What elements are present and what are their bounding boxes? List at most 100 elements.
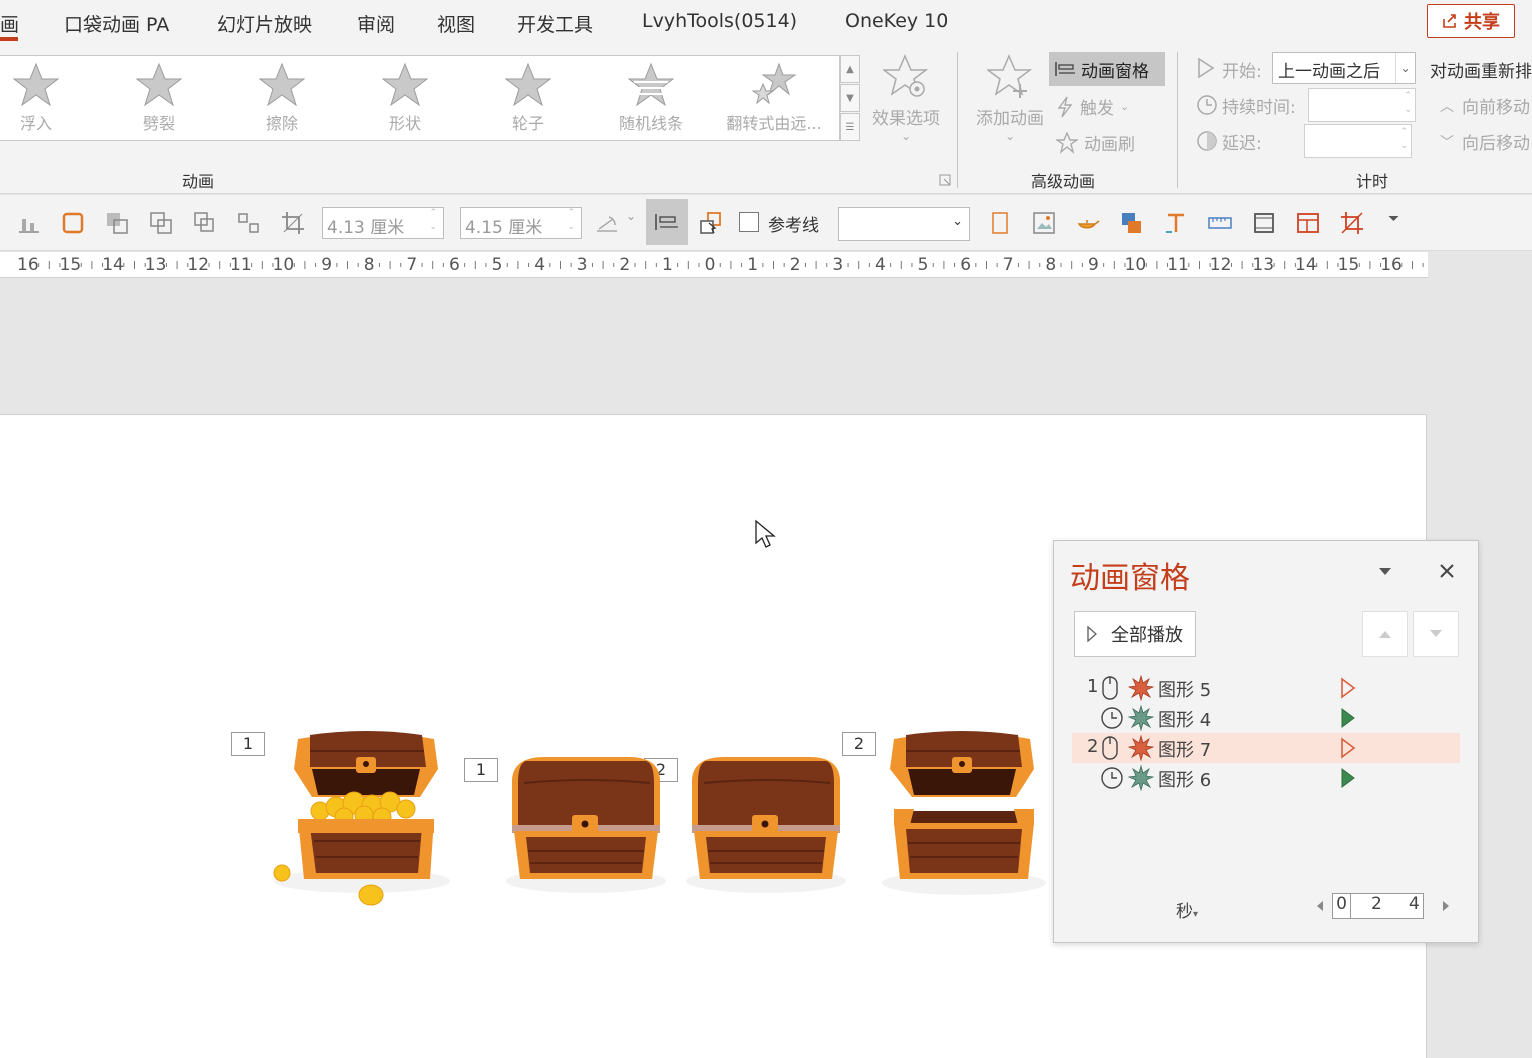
timeline-left-arrow-icon[interactable] <box>1316 900 1324 912</box>
layers-icon[interactable] <box>1120 211 1144 235</box>
guides-checkbox[interactable] <box>739 212 759 232</box>
treasure-chest-closed[interactable] <box>684 753 850 899</box>
height-value: 4.13 厘米 <box>327 218 405 238</box>
treasure-chest-open-empty[interactable] <box>880 729 1050 899</box>
time-unit-dropdown[interactable]: 秒▾ <box>1176 897 1198 922</box>
rotate-icon[interactable] <box>595 211 619 235</box>
timeline-right-arrow-icon[interactable] <box>1442 900 1450 912</box>
effect-label: 随机线条 <box>618 114 683 133</box>
dialog-launcher-icon[interactable] <box>939 174 951 186</box>
text-format-icon[interactable] <box>1164 211 1188 235</box>
group-separator <box>1177 52 1178 188</box>
add-animation-label: 添加动画 <box>976 109 1044 129</box>
tab-slideshow[interactable]: 幻灯片放映 <box>217 10 312 37</box>
chevron-down-icon: ⌄ <box>952 214 963 229</box>
height-input[interactable]: 4.13 厘米 ⌃ ⌄ <box>322 207 444 239</box>
reorder-label: 对动画重新排 <box>1430 62 1532 82</box>
effect-split[interactable]: 劈裂 <box>109 62 209 140</box>
add-animation-button[interactable]: 添加动画 ⌄ <box>970 54 1050 143</box>
animation-tag[interactable]: 1 <box>231 732 265 756</box>
effect-wipe[interactable]: 擦除 <box>232 62 332 140</box>
start-select[interactable]: 上一动画之后 ⌄ <box>1272 52 1416 84</box>
tab-review[interactable]: 审阅 <box>357 10 395 37</box>
layout-icon[interactable] <box>1296 211 1320 235</box>
tab-animation[interactable]: 画 <box>0 10 19 37</box>
trigger-button[interactable]: 触发 ⌄ <box>1056 94 1129 119</box>
animation-list-item[interactable]: 1 图形 5 <box>1072 673 1460 703</box>
spin-up-icon[interactable]: ⌃ <box>567 208 575 218</box>
image-export-icon[interactable] <box>1032 211 1056 235</box>
align-bottom-icon[interactable] <box>17 211 41 235</box>
spin-down-icon[interactable]: ⌄ <box>567 222 575 232</box>
move-up-button[interactable] <box>1362 611 1408 657</box>
move-earlier-button[interactable]: ︿ 向前移动 <box>1440 93 1530 118</box>
width-input[interactable]: 4.15 厘米 ⌃ ⌄ <box>460 207 582 239</box>
selection-pane-icon[interactable] <box>237 211 261 235</box>
treasure-chest-open-gold[interactable] <box>270 729 456 911</box>
chevron-down-icon: ⌄ <box>1120 100 1130 113</box>
tab-pocket-animation[interactable]: 口袋动画 PA <box>64 10 169 37</box>
play-all-button[interactable]: 全部播放 <box>1074 611 1196 657</box>
crop-cancel-icon[interactable] <box>1340 211 1364 235</box>
animation-list-item-selected[interactable]: 2 图形 7 <box>1072 733 1460 763</box>
effect-flip-from-far[interactable]: 翻转式由远... <box>724 62 824 140</box>
active-tab-indicator <box>0 37 18 41</box>
gallery-scroll-up[interactable]: ▲ <box>840 55 860 83</box>
effect-random-bars[interactable]: 随机线条 <box>601 62 701 140</box>
exit-effect-star-icon <box>1128 675 1154 701</box>
tab-onekey[interactable]: OneKey 10 <box>845 10 948 32</box>
delay-label: 延迟: <box>1222 134 1262 154</box>
style-dropdown[interactable]: ⌄ <box>838 207 970 241</box>
ruler-icon[interactable] <box>1208 211 1232 235</box>
animation-pane-button[interactable]: 动画窗格 <box>1049 52 1165 86</box>
gallery-more[interactable]: ☰ <box>840 113 860 141</box>
star-icon <box>13 62 59 107</box>
pane-options-chevron-icon[interactable] <box>1378 567 1392 577</box>
timeline-tick-label: 0 <box>1333 894 1351 918</box>
effect-options-label: 效果选项 <box>872 109 940 129</box>
spin-down-icon[interactable]: ⌄ <box>1404 105 1412 115</box>
ruler-label: 16 <box>17 255 39 275</box>
close-icon[interactable] <box>1439 563 1455 579</box>
group-icon[interactable] <box>193 211 217 235</box>
effect-wheel[interactable]: 轮子 <box>478 62 578 140</box>
magic-lamp-icon[interactable] <box>1076 211 1100 235</box>
spin-up-icon[interactable]: ⌃ <box>1404 91 1412 101</box>
sequence-number: 2 <box>1087 736 1099 757</box>
effect-options-button[interactable]: 效果选项 ⌄ <box>868 54 944 143</box>
sequence-number: 1 <box>1087 676 1099 697</box>
move-down-button[interactable] <box>1413 611 1459 657</box>
ruler-label: 11 <box>230 255 252 275</box>
bring-forward-icon[interactable] <box>105 211 129 235</box>
animation-list-item[interactable]: 图形 6 <box>1072 763 1460 793</box>
gallery-scroll-down[interactable]: ▼ <box>840 84 860 112</box>
share-button[interactable]: 共享 <box>1427 4 1515 38</box>
effect-float-in[interactable]: 浮入 <box>0 62 86 140</box>
ruler-label: 13 <box>144 255 167 275</box>
spin-down-icon[interactable]: ⌄ <box>1400 141 1408 151</box>
animation-tag[interactable]: 1 <box>464 758 498 782</box>
effect-label: 翻转式由远... <box>726 114 822 133</box>
crop-icon[interactable] <box>281 211 305 235</box>
send-backward-icon[interactable] <box>149 211 173 235</box>
treasure-chest-closed[interactable] <box>504 753 670 899</box>
animation-pane-toggle[interactable] <box>646 199 688 245</box>
move-later-button[interactable]: ﹀ 向后移动 <box>1440 129 1530 154</box>
select-objects-icon[interactable] <box>699 211 723 235</box>
chevron-down-icon[interactable]: ⌄ <box>626 209 636 223</box>
effect-shape[interactable]: 形状 <box>355 62 455 140</box>
page-icon[interactable] <box>988 211 1012 235</box>
toolbar-overflow-icon[interactable]: ⏷ <box>1388 211 1399 227</box>
duration-input[interactable]: ⌃ ⌄ <box>1308 88 1416 122</box>
animation-painter-button[interactable]: 动画刷 <box>1056 130 1135 155</box>
spin-up-icon[interactable]: ⌃ <box>429 208 437 218</box>
spin-up-icon[interactable]: ⌃ <box>1400 127 1408 137</box>
spin-down-icon[interactable]: ⌄ <box>429 222 437 232</box>
delay-input[interactable]: ⌃ ⌄ <box>1304 124 1412 158</box>
shape-outline-icon[interactable] <box>61 211 85 235</box>
frame-icon[interactable] <box>1252 211 1276 235</box>
tab-view[interactable]: 视图 <box>437 10 475 37</box>
animation-list-item[interactable]: 图形 4 <box>1072 703 1460 733</box>
tab-lvyhtools[interactable]: LvyhTools(0514) <box>642 10 797 32</box>
tab-developer[interactable]: 开发工具 <box>517 10 593 37</box>
